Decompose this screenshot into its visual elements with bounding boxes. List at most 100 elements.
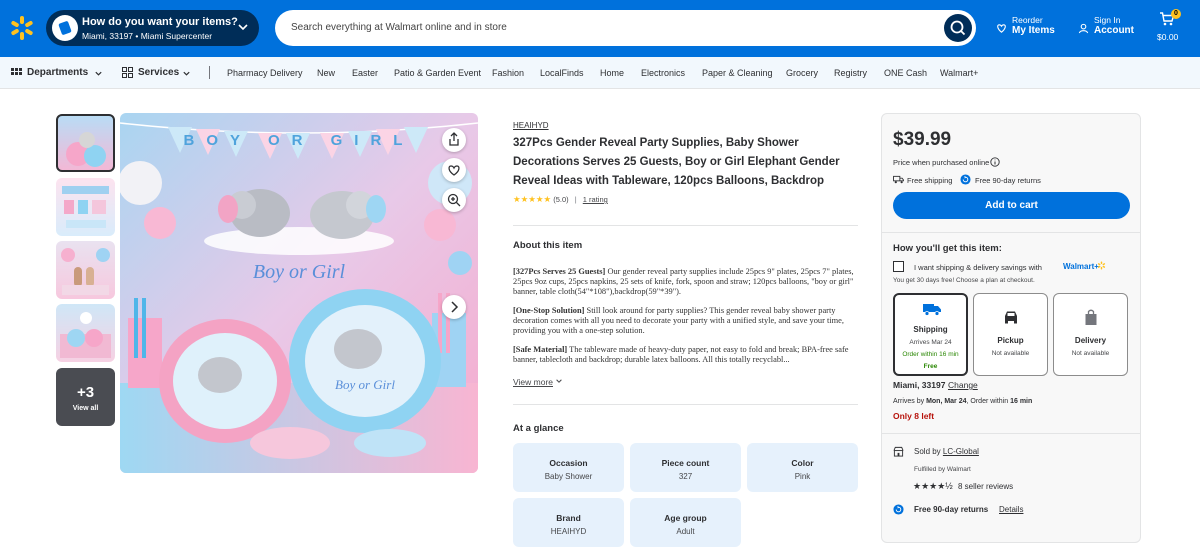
thumbnail-4[interactable] [56,304,115,362]
seller-stars: ★★★★½ [913,481,953,491]
sold-by-prefix: Sold by [914,447,943,456]
walmart-plus-checkbox[interactable] [893,261,904,272]
nav-grocery[interactable]: Grocery [786,68,818,78]
glance-value: 327 [678,472,693,481]
top-header: How do you want your items? Miami, 33197… [0,0,1200,57]
plate-caption: Boy or Girl [335,377,395,392]
more-images-count: +3 [76,384,95,401]
thumbnail-1[interactable] [56,114,115,172]
search-bar[interactable]: Search everything at Walmart online and … [275,10,976,46]
add-to-cart-button[interactable]: Add to cart [893,192,1130,219]
walmart-plus-note: You get 30 days free! Choose a plan at c… [893,277,1035,284]
reorder-small: Reorder [1012,15,1043,25]
seller-link[interactable]: LC-Global [943,447,979,456]
returns-details-link[interactable]: Details [999,505,1023,514]
thumbnail-2[interactable] [56,178,115,236]
delivery-option[interactable]: Delivery Not available [1053,293,1128,376]
how-get-title: How you'll get this item: [893,243,1002,254]
nav-one-cash[interactable]: ONE Cash [884,68,927,78]
returns-icon [960,174,971,185]
rating-row[interactable]: ★★★★★ (5.0) | 1 rating [513,194,608,205]
fulfilled-by: Fulfilled by Walmart [914,466,971,473]
reorder-big: My Items [1012,25,1055,36]
search-icon [950,20,966,36]
fulfillment-location: Miami, 33197 • Miami Supercenter [82,31,213,41]
heart-icon [448,165,460,176]
nav-fashion[interactable]: Fashion [492,68,524,78]
zoom-button[interactable] [442,188,466,212]
nav-easter[interactable]: Easter [352,68,378,78]
about-title: About this item [513,240,583,251]
shipping-option[interactable]: Shipping Arrives Mar 24 Order within 16 … [893,293,968,376]
search-button[interactable] [944,14,972,42]
chevron-down-icon [95,71,102,76]
image-caption: Boy or Girl [253,261,346,283]
product-photo: BOY OR GIRL Boy or Girl Boy or Girl [120,113,478,473]
about-lead-2: [One-Stop Solution] [513,306,585,315]
seller-reviews[interactable]: 8 seller reviews [958,482,1013,491]
nav-divider [209,66,210,79]
arrives-middle: , Order within [966,398,1011,405]
price-note: Price when purchased online [893,158,990,167]
sold-by: Sold by LC-Global [914,447,979,456]
arrives-date: Mon, Mar 24 [926,398,967,405]
nav-localfinds[interactable]: LocalFinds [540,68,584,78]
rating-count-link[interactable]: 1 rating [583,195,608,204]
glance-key: Occasion [549,458,588,468]
info-icon[interactable] [990,157,1000,167]
chevron-down-icon [556,379,563,383]
glance-key: Age group [664,513,707,523]
arrives-time: 16 min [1010,398,1033,405]
fulfillment-icon [52,15,78,41]
services-menu[interactable]: Services [138,67,179,78]
fulfillment-selector[interactable]: How do you want your items? Miami, 33197… [46,10,259,46]
stock-warning: Only 8 left [893,411,935,421]
glance-piece-count: Piece count 327 [630,443,741,492]
car-icon [1005,311,1017,324]
heart-icon [997,24,1006,33]
nav-electronics[interactable]: Electronics [641,68,685,78]
account-link[interactable]: Sign In Account [1078,15,1134,36]
glance-value: HEAIHYD [550,527,587,536]
next-image-button[interactable] [442,295,466,319]
divider [513,225,858,226]
view-more-button[interactable]: View more [513,377,563,387]
glance-age-group: Age group Adult [630,498,741,547]
product-title: 327Pcs Gender Reveal Party Supplies, Bab… [513,137,840,187]
grid-icon [11,68,22,75]
nav-new[interactable]: New [317,68,335,78]
change-location-link[interactable]: Change [948,380,978,390]
price: $39.99 [893,129,952,150]
glance-key: Piece count [661,458,710,468]
share-button[interactable] [442,128,466,152]
about-paragraph-1: [327Pcs Serves 25 Guests] Our gender rev… [513,267,863,297]
about-lead-1: [327Pcs Serves 25 Guests] [513,267,606,276]
thumbnail-image [61,248,110,295]
glance-value: Baby Shower [544,472,593,481]
nav-paper-cleaning[interactable]: Paper & Cleaning [702,68,773,78]
about-lead-3: [Safe Material] [513,345,568,354]
view-all-thumbnail[interactable]: +3 View all [56,368,115,426]
glance-key: Brand [556,513,581,523]
walmart-spark-logo[interactable] [9,15,35,41]
search-input[interactable]: Search everything at Walmart online and … [291,22,507,33]
chevron-down-icon [238,24,248,31]
signin-big: Account [1094,25,1134,36]
nav-patio-garden[interactable]: Patio & Garden Event [394,68,481,78]
main-product-image[interactable]: BOY OR GIRL Boy or Girl Boy or Girl [120,113,478,473]
pickup-option[interactable]: Pickup Not available [973,293,1048,376]
nav-pharmacy-delivery[interactable]: Pharmacy Delivery [227,68,303,78]
shipping-label: Shipping [913,325,948,334]
user-icon [1078,23,1089,34]
nav-home[interactable]: Home [600,68,624,78]
nav-registry[interactable]: Registry [834,68,867,78]
brand-link[interactable]: HEAIHYD [513,121,549,130]
cart-total[interactable]: $0.00 [1157,32,1178,42]
nav-walmart-plus[interactable]: Walmart+ [940,68,978,78]
favorite-button[interactable] [442,158,466,182]
reorder-link[interactable]: Reorder My Items [996,15,1055,36]
divider [513,404,858,405]
shipping-cost: Free [923,363,938,370]
departments-menu[interactable]: Departments [27,67,88,78]
thumbnail-3[interactable] [56,241,115,299]
